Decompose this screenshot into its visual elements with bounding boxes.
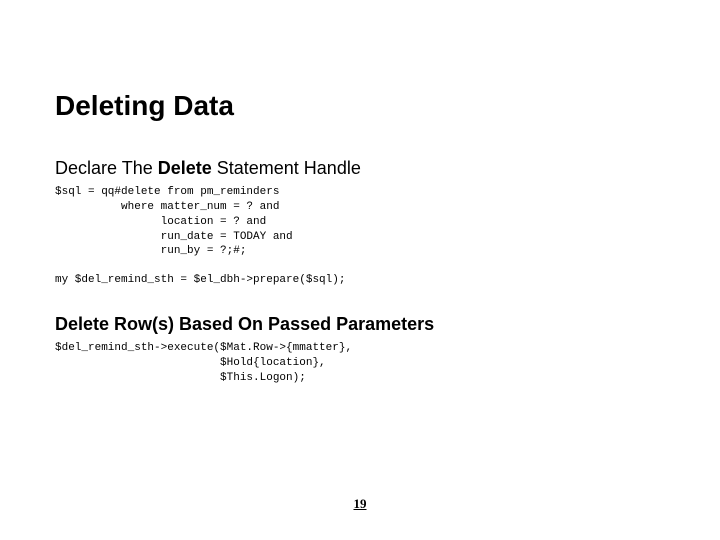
section-heading-delete-row: Delete Row(s) Based On Passed Parameters: [55, 314, 665, 335]
heading-part-pre: Declare The: [55, 158, 158, 178]
code-block-prepare: my $del_remind_sth = $el_dbh->prepare($s…: [55, 273, 665, 288]
page-number: 19: [0, 496, 720, 512]
slide: Deleting Data Declare The Delete Stateme…: [0, 0, 720, 540]
code-block-sql-declare: $sql = qq#delete from pm_reminders where…: [55, 185, 665, 259]
slide-title: Deleting Data: [55, 90, 665, 122]
heading-part-bold: Delete: [158, 158, 212, 178]
section-heading-declare: Declare The Delete Statement Handle: [55, 158, 665, 179]
heading-part-post: Statement Handle: [212, 158, 361, 178]
heading-delete-row-text: Delete Row(s) Based On Passed Parameters: [55, 314, 434, 334]
code-block-execute: $del_remind_sth->execute($Mat.Row->{mmat…: [55, 341, 665, 386]
